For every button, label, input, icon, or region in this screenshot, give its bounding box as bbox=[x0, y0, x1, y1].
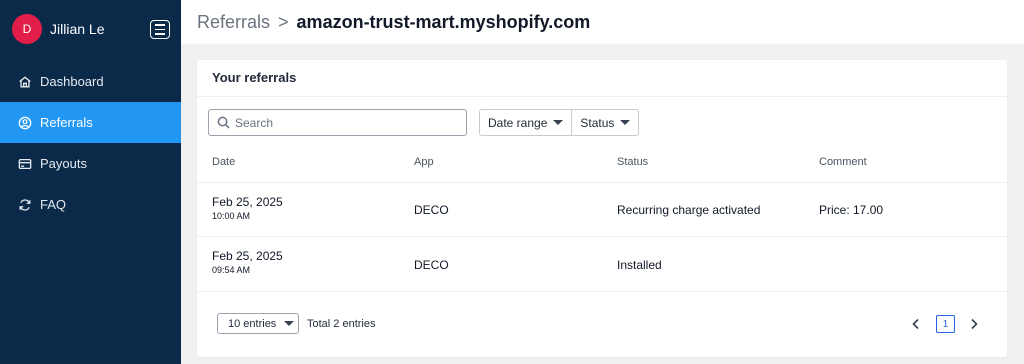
row-time: 09:54 AM bbox=[212, 265, 251, 275]
page-button[interactable]: 1 bbox=[936, 315, 955, 333]
menu-toggle-icon[interactable] bbox=[150, 20, 170, 39]
sidebar-item-label: FAQ bbox=[40, 197, 67, 212]
sidebar-nav: Dashboard Referrals Payouts FAQ bbox=[0, 61, 181, 225]
breadcrumb-root[interactable]: Referrals bbox=[197, 12, 270, 33]
caret-down-icon bbox=[620, 120, 631, 125]
divider bbox=[197, 96, 1007, 97]
avatar: D bbox=[12, 14, 42, 44]
breadcrumb-separator: > bbox=[278, 11, 289, 32]
date-range-label: Date range bbox=[488, 115, 548, 130]
row-app: DECO bbox=[414, 258, 449, 272]
caret-down-icon bbox=[284, 321, 295, 326]
page-title: amazon-trust-mart.myshopify.com bbox=[296, 11, 591, 32]
sidebar-item-referrals[interactable]: Referrals bbox=[0, 102, 181, 143]
refresh-icon bbox=[18, 198, 32, 212]
chevron-right-icon[interactable] bbox=[968, 317, 980, 331]
search-field[interactable] bbox=[208, 109, 467, 136]
column-header-app[interactable]: App bbox=[414, 156, 434, 168]
column-header-status[interactable]: Status bbox=[617, 156, 648, 168]
user-profile[interactable]: D Jillian Le bbox=[12, 14, 104, 44]
status-label: Status bbox=[580, 115, 615, 130]
column-header-date[interactable]: Date bbox=[212, 156, 235, 168]
sidebar-item-label: Payouts bbox=[40, 156, 87, 171]
divider bbox=[197, 291, 1007, 292]
referrals-card: Your referrals Date range Status Date Ap… bbox=[197, 60, 1007, 357]
entries-label: 10 entries bbox=[228, 317, 277, 330]
row-date: Feb 25, 2025 bbox=[212, 249, 283, 263]
credit-card-icon bbox=[18, 157, 32, 171]
date-range-dropdown[interactable]: Date range bbox=[480, 110, 571, 135]
home-icon bbox=[18, 75, 32, 89]
row-status: Recurring charge activated bbox=[617, 203, 761, 217]
row-time: 10:00 AM bbox=[212, 211, 251, 221]
search-input[interactable] bbox=[235, 115, 455, 130]
sidebar-item-label: Dashboard bbox=[40, 74, 104, 89]
divider bbox=[197, 236, 1007, 237]
total-entries-text: Total 2 entries bbox=[307, 318, 376, 330]
filter-group: Date range Status bbox=[479, 109, 640, 136]
search-icon bbox=[217, 116, 230, 129]
user-circle-icon bbox=[18, 116, 32, 130]
caret-down-icon bbox=[553, 120, 564, 125]
sidebar-item-dashboard[interactable]: Dashboard bbox=[0, 61, 181, 102]
page-header: Referrals > amazon-trust-mart.myshopify.… bbox=[181, 0, 1024, 44]
row-app: DECO bbox=[414, 203, 449, 217]
card-title: Your referrals bbox=[212, 70, 297, 85]
chevron-left-icon[interactable] bbox=[910, 317, 922, 331]
column-header-comment[interactable]: Comment bbox=[819, 156, 867, 168]
user-name: Jillian Le bbox=[50, 21, 105, 37]
sidebar-item-label: Referrals bbox=[40, 115, 93, 130]
sidebar-item-faq[interactable]: FAQ bbox=[0, 184, 181, 225]
entries-per-page-select[interactable]: 10 entries bbox=[217, 313, 299, 334]
sidebar-item-payouts[interactable]: Payouts bbox=[0, 143, 181, 184]
row-date: Feb 25, 2025 bbox=[212, 195, 283, 209]
row-status: Installed bbox=[617, 258, 662, 272]
row-comment: Price: 17.00 bbox=[819, 203, 884, 217]
sidebar: D Jillian Le Dashboard Referrals Payouts bbox=[0, 0, 181, 364]
status-dropdown[interactable]: Status bbox=[571, 110, 638, 135]
divider bbox=[197, 182, 1007, 183]
